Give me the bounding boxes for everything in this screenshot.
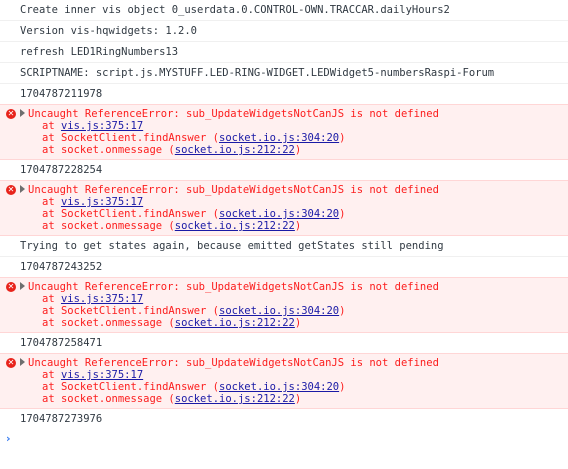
stack-frame-text: at xyxy=(42,120,61,132)
source-link[interactable]: vis.js:375:17 xyxy=(61,120,143,132)
stack-frame-text: at SocketClient.findAnswer ( xyxy=(42,305,220,317)
console-log-message: Create inner vis object 0_userdata.0.CON… xyxy=(0,0,568,20)
stack-trace-line: at socket.onmessage (socket.io.js:212:22… xyxy=(20,220,560,232)
console-messages: Create inner vis object 0_userdata.0.CON… xyxy=(0,0,568,429)
error-circle-icon: ✕ xyxy=(6,109,16,119)
stack-frame-suffix: ) xyxy=(294,393,302,405)
source-link[interactable]: vis.js:375:17 xyxy=(61,293,143,305)
source-link[interactable]: vis.js:375:17 xyxy=(61,369,143,381)
source-link[interactable]: socket.io.js:304:20 xyxy=(219,132,339,144)
stack-trace-line: at SocketClient.findAnswer (socket.io.js… xyxy=(20,132,560,144)
console-log-message: SCRIPTNAME: script.js.MYSTUFF.LED-RING-W… xyxy=(0,62,568,83)
log-text: 1704787211978 xyxy=(20,88,103,100)
expand-triangle-icon[interactable] xyxy=(20,282,25,290)
console-error-message[interactable]: ✕ Uncaught ReferenceError: sub_UpdateWidg… xyxy=(0,353,568,409)
stack-frame-text: at SocketClient.findAnswer ( xyxy=(42,132,220,144)
stack-trace-line: at SocketClient.findAnswer (socket.io.js… xyxy=(20,305,560,317)
stack-trace-line: at socket.onmessage (socket.io.js:212:22… xyxy=(20,144,560,156)
stack-trace-line: at socket.onmessage (socket.io.js:212:22… xyxy=(20,393,560,405)
source-link[interactable]: socket.io.js:212:22 xyxy=(175,144,295,156)
error-circle-icon: ✕ xyxy=(6,282,16,292)
stack-frame-suffix: ) xyxy=(339,132,346,144)
log-text: refresh LED1RingNumbers13 xyxy=(20,46,179,58)
error-header[interactable]: Uncaught ReferenceError: sub_UpdateWidge… xyxy=(20,357,560,369)
log-text: 1704787228254 xyxy=(20,164,103,176)
expand-triangle-icon[interactable] xyxy=(20,185,25,193)
stack-frame-text: at SocketClient.findAnswer ( xyxy=(42,208,220,220)
console-error-message[interactable]: ✕ Uncaught ReferenceError: sub_UpdateWidg… xyxy=(0,104,568,160)
log-text: 1704787258471 xyxy=(20,337,103,349)
stack-frame-text: at xyxy=(42,369,61,381)
source-link[interactable]: socket.io.js:212:22 xyxy=(175,220,295,232)
error-text: Uncaught ReferenceError: sub_UpdateWidge… xyxy=(28,281,439,293)
console-error-message[interactable]: ✕ Uncaught ReferenceError: sub_UpdateWidg… xyxy=(0,277,568,333)
console-log-message: 1704787211978 xyxy=(0,83,568,104)
source-link[interactable]: socket.io.js:304:20 xyxy=(219,305,339,317)
error-header[interactable]: Uncaught ReferenceError: sub_UpdateWidge… xyxy=(20,184,560,196)
stack-frame-text: at xyxy=(42,196,61,208)
stack-frame-text: at socket.onmessage ( xyxy=(42,393,175,405)
error-circle-icon: ✕ xyxy=(6,185,16,195)
log-text: Version vis-hqwidgets: 1.2.0 xyxy=(20,25,198,37)
stack-frame-suffix: ) xyxy=(339,305,346,317)
stack-frame-suffix: ) xyxy=(339,381,346,393)
stack-trace-line: at vis.js:375:17 xyxy=(20,120,560,132)
error-circle-icon: ✕ xyxy=(6,358,16,368)
console-error-message[interactable]: ✕ Uncaught ReferenceError: sub_UpdateWidg… xyxy=(0,180,568,236)
stack-trace-line: at SocketClient.findAnswer (socket.io.js… xyxy=(20,208,560,220)
console-prompt[interactable]: › xyxy=(0,429,568,449)
console-log-message: 1704787228254 xyxy=(0,160,568,180)
source-link[interactable]: socket.io.js:212:22 xyxy=(175,393,295,405)
stack-frame-text: at socket.onmessage ( xyxy=(42,220,175,232)
stack-frame-suffix: ) xyxy=(294,220,302,232)
stack-trace-line: at vis.js:375:17 xyxy=(20,293,560,305)
stack-frame-suffix: ) xyxy=(339,208,346,220)
source-link[interactable]: socket.io.js:304:20 xyxy=(219,208,339,220)
console-log-message: 1704787273976 xyxy=(0,409,568,429)
stack-frame-text: at xyxy=(42,293,61,305)
console-log-message: 1704787258471 xyxy=(0,333,568,353)
log-text: Trying to get states again, because emit… xyxy=(20,240,444,252)
stack-trace-line: at SocketClient.findAnswer (socket.io.js… xyxy=(20,381,560,393)
stack-frame-suffix: ) xyxy=(294,317,302,329)
console-log-message: 1704787243252 xyxy=(0,256,568,277)
error-text: Uncaught ReferenceError: sub_UpdateWidge… xyxy=(28,184,439,196)
source-link[interactable]: socket.io.js:304:20 xyxy=(219,381,339,393)
error-header[interactable]: Uncaught ReferenceError: sub_UpdateWidge… xyxy=(20,281,560,293)
console-panel: Create inner vis object 0_userdata.0.CON… xyxy=(0,0,568,469)
error-text: Uncaught ReferenceError: sub_UpdateWidge… xyxy=(28,108,439,120)
source-link[interactable]: socket.io.js:212:22 xyxy=(175,317,295,329)
stack-frame-text: at socket.onmessage ( xyxy=(42,144,175,156)
source-link[interactable]: vis.js:375:17 xyxy=(61,196,143,208)
stack-frame-suffix: ) xyxy=(294,144,302,156)
log-text: Create inner vis object 0_userdata.0.CON… xyxy=(20,4,450,16)
stack-frame-text: at SocketClient.findAnswer ( xyxy=(42,381,220,393)
log-text: 1704787243252 xyxy=(20,261,103,273)
console-log-message: Trying to get states again, because emit… xyxy=(0,236,568,256)
stack-frame-text: at socket.onmessage ( xyxy=(42,317,175,329)
error-text: Uncaught ReferenceError: sub_UpdateWidge… xyxy=(28,357,439,369)
stack-trace-line: at vis.js:375:17 xyxy=(20,196,560,208)
console-log-message: refresh LED1RingNumbers13 xyxy=(0,41,568,62)
log-text: SCRIPTNAME: script.js.MYSTUFF.LED-RING-W… xyxy=(20,67,495,79)
error-header[interactable]: Uncaught ReferenceError: sub_UpdateWidge… xyxy=(20,108,560,120)
stack-trace-line: at vis.js:375:17 xyxy=(20,369,560,381)
expand-triangle-icon[interactable] xyxy=(20,358,25,366)
prompt-chevron-icon: › xyxy=(6,432,11,445)
stack-trace-line: at socket.onmessage (socket.io.js:212:22… xyxy=(20,317,560,329)
log-text: 1704787273976 xyxy=(20,413,103,425)
expand-triangle-icon[interactable] xyxy=(20,109,25,117)
console-log-message: Version vis-hqwidgets: 1.2.0 xyxy=(0,20,568,41)
